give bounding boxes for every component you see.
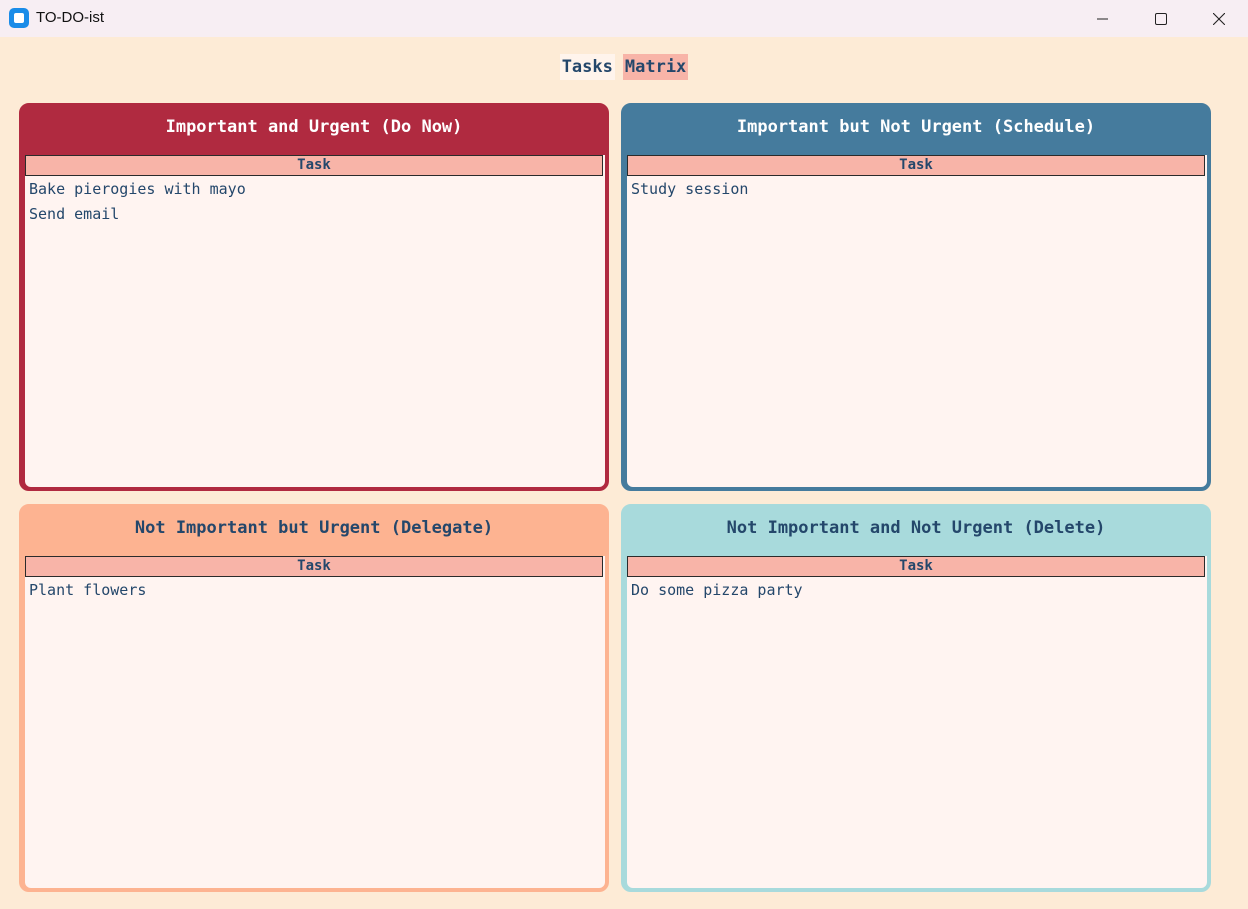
task-item[interactable]: Plant flowers: [25, 579, 605, 604]
minimize-button[interactable]: [1074, 0, 1132, 37]
task-item[interactable]: Study session: [627, 178, 1207, 203]
maximize-icon: [1155, 12, 1167, 25]
close-button[interactable]: [1190, 0, 1248, 37]
view-tabs: Tasks Matrix: [0, 54, 1248, 80]
task-column-header[interactable]: Task: [627, 155, 1205, 176]
quadrant-schedule: Important but Not Urgent (Schedule) Task…: [621, 103, 1211, 491]
app-icon: [9, 8, 29, 28]
quadrant-title: Important and Urgent (Do Now): [165, 117, 463, 137]
task-table[interactable]: Task Bake pierogies with mayo Send email: [25, 155, 605, 487]
tab-tasks[interactable]: Tasks: [559, 54, 615, 80]
maximize-button[interactable]: [1132, 0, 1190, 37]
close-icon: [1213, 12, 1225, 25]
quadrant-title: Not Important but Urgent (Delegate): [134, 518, 494, 538]
minimize-icon: [1097, 18, 1108, 19]
task-column-header[interactable]: Task: [25, 556, 603, 577]
title-bar: TO-DO-ist: [0, 0, 1248, 37]
tab-matrix[interactable]: Matrix: [622, 54, 689, 80]
quadrant-do-now: Important and Urgent (Do Now) Task Bake …: [19, 103, 609, 491]
task-column-header[interactable]: Task: [627, 556, 1205, 577]
task-table[interactable]: Task Plant flowers: [25, 556, 605, 888]
task-table[interactable]: Task Do some pizza party: [627, 556, 1207, 888]
task-item[interactable]: Bake pierogies with mayo: [25, 178, 605, 203]
window-title: TO-DO-ist: [36, 9, 105, 26]
task-item[interactable]: Do some pizza party: [627, 579, 1207, 604]
quadrant-title: Not Important and Not Urgent (Delete): [726, 518, 1106, 538]
quadrant-delegate: Not Important but Urgent (Delegate) Task…: [19, 504, 609, 892]
quadrant-title: Important but Not Urgent (Schedule): [736, 117, 1096, 137]
task-column-header[interactable]: Task: [25, 155, 603, 176]
quadrant-delete: Not Important and Not Urgent (Delete) Ta…: [621, 504, 1211, 892]
task-item[interactable]: Send email: [25, 203, 605, 228]
task-table[interactable]: Task Study session: [627, 155, 1207, 487]
